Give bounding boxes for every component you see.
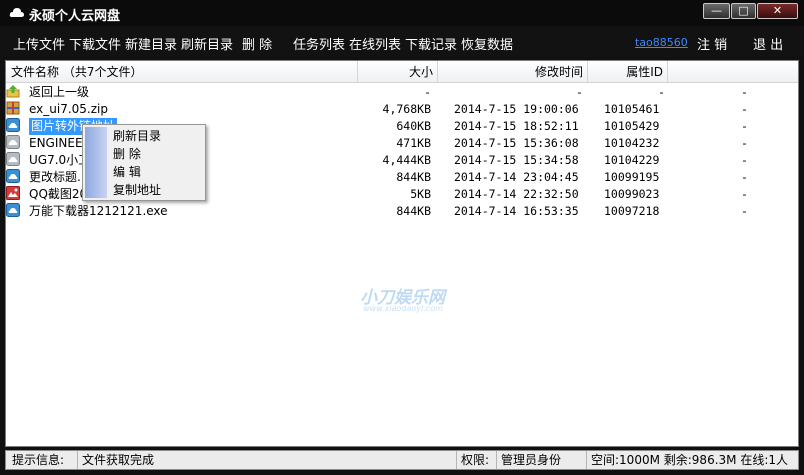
minimize-button[interactable]: — <box>703 3 730 19</box>
file-id: 10099195 <box>604 170 660 184</box>
table-row[interactable]: 万能下载器1212121.exe 844KB 2014-7-14 16:53:3… <box>6 203 798 220</box>
ctx-refresh-folder[interactable]: 刷新目录 <box>113 127 161 145</box>
file-id: 10097218 <box>604 204 660 218</box>
status-permission-label: 权限: <box>456 451 489 469</box>
file-name: UG7.0小工 <box>29 153 91 167</box>
user-link[interactable]: tao88560 <box>635 36 688 49</box>
cloud-file-icon <box>6 203 20 217</box>
menu-download-file[interactable]: 下载文件 <box>69 34 121 53</box>
file-time: 2014-7-15 19:00:06 <box>454 102 579 116</box>
context-menu-strip <box>85 127 107 198</box>
menu-bar: 上传文件 下载文件 新建目录 刷新目录 删 除 任务列表 在线列表 下载记录 恢… <box>0 26 804 57</box>
file-time: 2014-7-14 23:04:45 <box>454 170 579 184</box>
header-modified-time[interactable]: 修改时间 <box>438 61 588 83</box>
file-size: - <box>424 85 431 99</box>
header-attribute-id[interactable]: 属性ID <box>588 61 668 83</box>
file-extra: - <box>741 187 748 201</box>
file-time: - <box>576 85 583 99</box>
table-row[interactable]: 返回上一级 - - - - <box>6 84 798 101</box>
cloud-file-icon <box>6 118 20 132</box>
file-size: 844KB <box>396 204 431 218</box>
file-extra: - <box>741 204 748 218</box>
file-id: 10099023 <box>604 187 660 201</box>
file-extra: - <box>741 102 748 116</box>
status-info-label: 提示信息: <box>12 453 65 467</box>
header-size[interactable]: 大小 <box>358 61 438 83</box>
file-name: QQ截图20 <box>29 187 88 201</box>
cloud-app-icon <box>9 8 24 17</box>
file-time: 2014-7-15 15:36:08 <box>454 136 579 150</box>
cloud-gray-icon <box>6 135 20 149</box>
menu-delete[interactable]: 删 除 <box>242 34 272 53</box>
ctx-edit[interactable]: 编 辑 <box>113 163 141 181</box>
file-size: 640KB <box>396 119 431 133</box>
status-permission-value: 管理员身份 <box>496 451 561 469</box>
file-list-panel: 文件名称 （共7个文件） 大小 修改时间 属性ID 返回上一级 - - - - <box>5 60 799 447</box>
file-size: 5KB <box>410 187 431 201</box>
file-extra: - <box>741 153 748 167</box>
title-bar: 永硕个人云网盘 — □ ✕ <box>0 0 804 26</box>
menu-task-list[interactable]: 任务列表 <box>293 34 345 53</box>
maximize-button[interactable]: □ <box>731 3 756 19</box>
file-extra: - <box>741 170 748 184</box>
menu-restore-data[interactable]: 恢复数据 <box>461 34 513 53</box>
context-menu: 刷新目录 删 除 编 辑 复制地址 <box>82 124 206 201</box>
status-space-info: 空间:1000M 剩余:986.3M 在线:1人 <box>586 451 788 469</box>
menu-online-list[interactable]: 在线列表 <box>349 34 401 53</box>
window-title: 永硕个人云网盘 <box>29 9 121 24</box>
file-extra: - <box>741 85 748 99</box>
file-id: 10104229 <box>604 153 660 167</box>
cloud-file-icon <box>6 169 20 183</box>
file-list-header: 文件名称 （共7个文件） 大小 修改时间 属性ID <box>6 61 798 83</box>
file-name: ex_ui7.05.zip <box>29 102 108 116</box>
file-id: 10105461 <box>604 102 660 116</box>
table-row[interactable]: ex_ui7.05.zip 4,768KB 2014-7-15 19:00:06… <box>6 101 798 118</box>
file-size: 4,768KB <box>382 102 431 116</box>
menu-refresh-folder[interactable]: 刷新目录 <box>181 34 233 53</box>
folder-up-icon <box>6 85 20 98</box>
file-extra: - <box>741 136 748 150</box>
file-name: 返回上一级 <box>29 85 90 99</box>
cloud-gray-icon <box>6 152 20 166</box>
file-size: 471KB <box>396 136 431 150</box>
file-size: 4,444KB <box>382 153 431 167</box>
ctx-copy-address[interactable]: 复制地址 <box>113 181 161 199</box>
file-id: - <box>658 85 665 99</box>
file-name: 更改标题. <box>29 170 81 184</box>
file-extra: - <box>741 119 748 133</box>
zip-icon <box>6 101 20 115</box>
app-window: 永硕个人云网盘 — □ ✕ 上传文件 下载文件 新建目录 刷新目录 删 除 任务… <box>0 0 804 475</box>
menu-new-folder[interactable]: 新建目录 <box>125 34 177 53</box>
image-file-icon <box>6 186 20 200</box>
logout-button[interactable]: 注 销 <box>697 34 727 53</box>
menu-upload-file[interactable]: 上传文件 <box>13 34 65 53</box>
menu-download-history[interactable]: 下载记录 <box>405 34 457 53</box>
ctx-delete[interactable]: 删 除 <box>113 145 141 163</box>
exit-button[interactable]: 退 出 <box>753 34 783 53</box>
status-info-value: 文件获取完成 <box>77 451 154 469</box>
file-time: 2014-7-15 18:52:11 <box>454 119 579 133</box>
header-name[interactable]: 文件名称 （共7个文件） <box>6 61 358 83</box>
file-time: 2014-7-14 22:32:50 <box>454 187 579 201</box>
file-id: 10104232 <box>604 136 660 150</box>
status-bar: 提示信息: 文件获取完成 权限: 管理员身份 空间:1000M 剩余:986.3… <box>5 450 799 470</box>
file-name: 万能下载器1212121.exe <box>29 204 168 218</box>
file-time: 2014-7-15 15:34:58 <box>454 153 579 167</box>
file-id: 10105429 <box>604 119 660 133</box>
watermark-url: www.xiaodaoyl.com <box>363 304 443 313</box>
file-time: 2014-7-14 16:53:35 <box>454 204 579 218</box>
file-size: 844KB <box>396 170 431 184</box>
close-button[interactable]: ✕ <box>757 3 798 19</box>
